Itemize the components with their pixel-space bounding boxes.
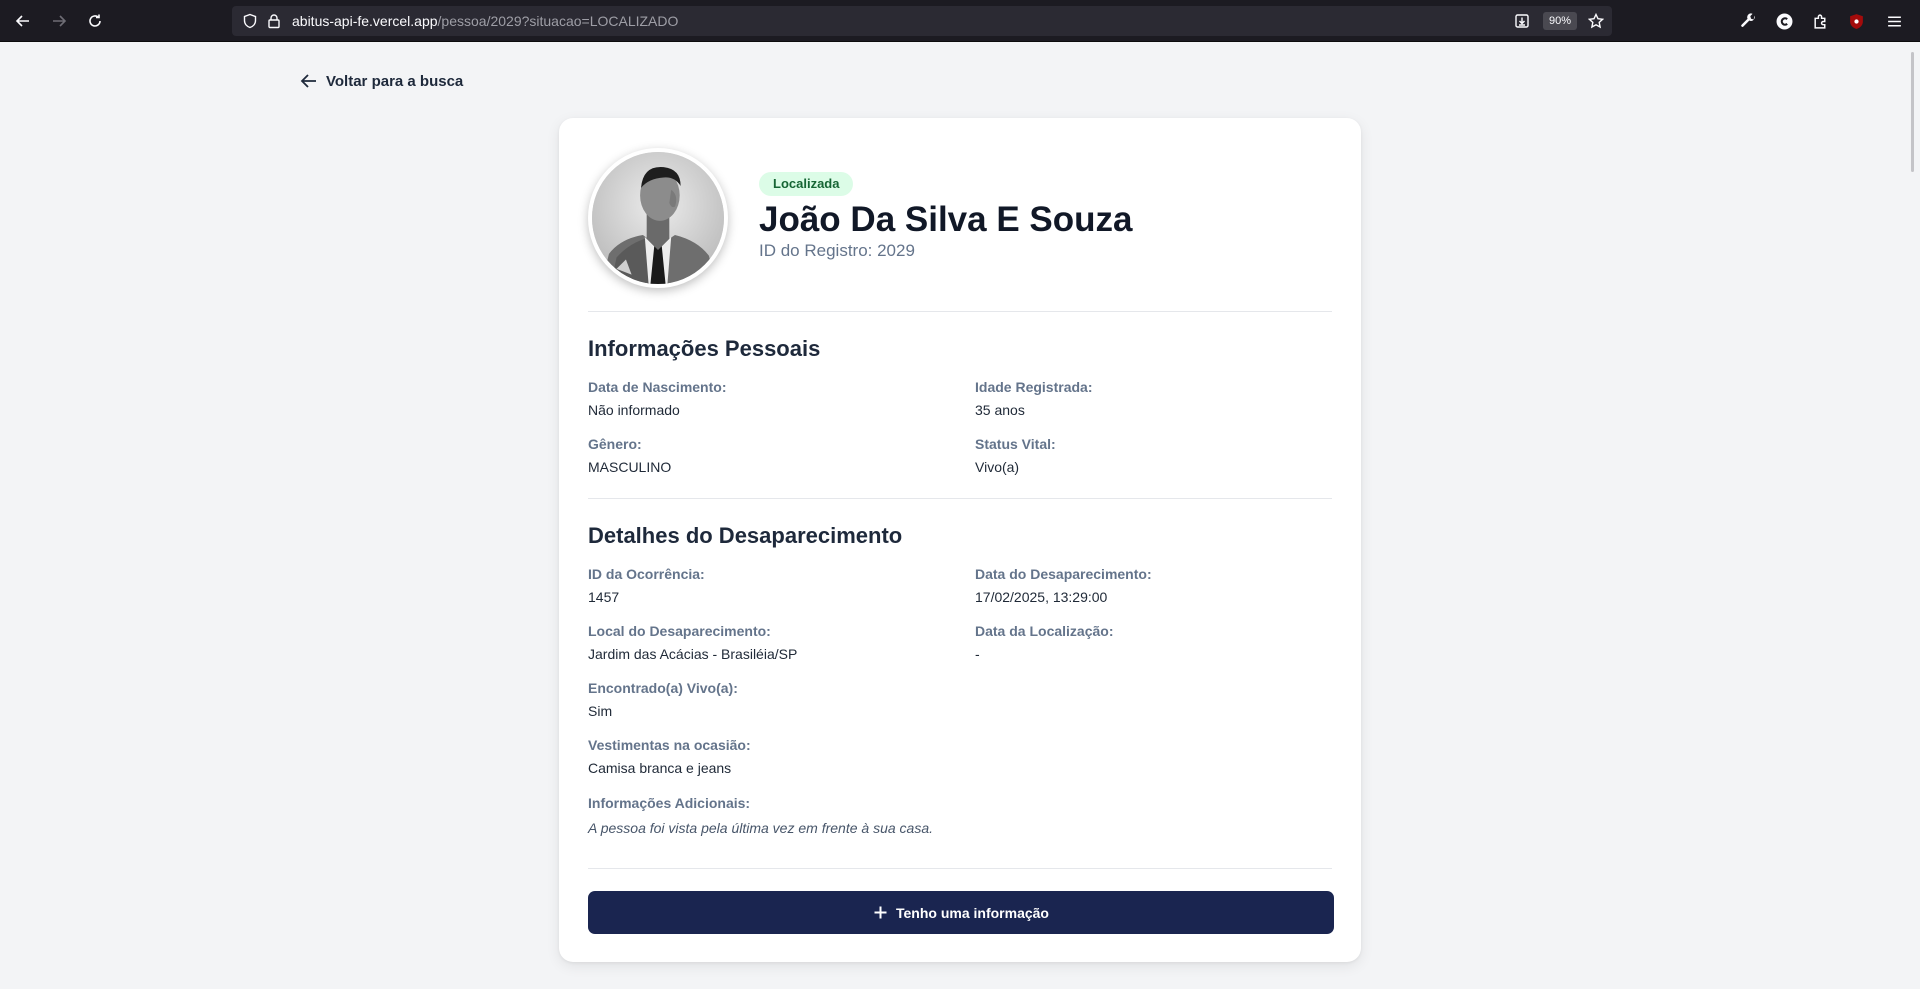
back-link-label: Voltar para a busca <box>326 72 464 90</box>
shield-icon[interactable] <box>242 13 258 29</box>
zoom-level-badge[interactable]: 90% <box>1543 12 1578 30</box>
field-value: Vivo(a) <box>975 459 1020 475</box>
disappearance-date-field: Data do Desaparecimento: 17/02/2025, 13:… <box>975 566 1152 605</box>
extension-c-icon[interactable] <box>1774 11 1794 31</box>
field-value: 17/02/2025, 13:29:00 <box>975 589 1108 605</box>
field-value: Sim <box>588 703 613 719</box>
field-label: ID da Ocorrência: <box>588 566 705 582</box>
record-id: ID do Registro: 2029 <box>759 241 915 260</box>
field-label: Encontrado(a) Vivo(a): <box>588 680 738 696</box>
reload-icon[interactable] <box>82 8 108 34</box>
url-host: abitus-api-fe.vercel.app <box>292 13 438 29</box>
page-scrollbar[interactable] <box>1906 42 1920 989</box>
header-divider <box>588 311 1332 312</box>
field-value: Camisa branca e jeans <box>588 760 732 776</box>
ublock-shield-icon[interactable] <box>1846 11 1866 31</box>
portrait-image <box>592 152 724 284</box>
field-label: Local do Desaparecimento: <box>588 623 771 639</box>
found-date-field: Data da Localização: - <box>975 623 1114 662</box>
field-value: MASCULINO <box>588 459 672 475</box>
status-badge: Localizada <box>759 172 854 196</box>
disappearance-place-field: Local do Desaparecimento: Jardim das Acá… <box>588 623 797 662</box>
download-icon[interactable] <box>1514 13 1530 29</box>
gender-field: Gênero: MASCULINO <box>588 436 671 475</box>
field-value: 1457 <box>588 589 620 605</box>
extensions-puzzle-icon[interactable] <box>1810 11 1830 31</box>
field-label: Data do Desaparecimento: <box>975 566 1152 582</box>
additional-info-field: Informações Adicionais: A pessoa foi vis… <box>588 795 933 836</box>
field-label: Vestimentas na ocasião: <box>588 737 751 753</box>
field-value: 35 anos <box>975 402 1025 418</box>
disappearance-heading: Detalhes do Desaparecimento <box>588 523 903 548</box>
field-value: Não informado <box>588 402 680 418</box>
arrow-left-icon <box>300 74 316 88</box>
person-photo <box>588 148 728 288</box>
field-label: Status Vital: <box>975 436 1056 452</box>
field-value: - <box>975 646 980 662</box>
scrollbar-thumb[interactable] <box>1911 52 1914 172</box>
field-label: Data da Localização: <box>975 623 1114 639</box>
vital-status-field: Status Vital: Vivo(a) <box>975 436 1056 475</box>
address-bar[interactable]: abitus-api-fe.vercel.app/pessoa/2029?sit… <box>232 6 1612 36</box>
person-detail-card: Localizada João Da Silva E Souza ID do R… <box>559 118 1361 962</box>
birth-date-field: Data de Nascimento: Não informado <box>588 379 726 418</box>
report-info-button-label: Tenho uma informação <box>896 904 1049 921</box>
found-alive-field: Encontrado(a) Vivo(a): Sim <box>588 680 738 719</box>
wrench-icon[interactable] <box>1738 11 1758 31</box>
back-to-search-link[interactable]: Voltar para a busca <box>300 70 463 92</box>
person-name: João Da Silva E Souza <box>759 200 1133 239</box>
occurrence-id-field: ID da Ocorrência: 1457 <box>588 566 705 605</box>
section-divider <box>588 498 1332 499</box>
lock-icon[interactable] <box>266 13 282 29</box>
footer-divider <box>588 868 1332 869</box>
hamburger-menu-icon[interactable] <box>1884 11 1904 31</box>
field-value: A pessoa foi vista pela última vez em fr… <box>588 820 933 836</box>
forward-arrow-icon[interactable] <box>46 8 72 34</box>
age-field: Idade Registrada: 35 anos <box>975 379 1092 418</box>
report-info-button[interactable]: Tenho uma informação <box>588 891 1334 934</box>
back-arrow-icon[interactable] <box>10 8 36 34</box>
field-label: Data de Nascimento: <box>588 379 727 395</box>
field-label: Informações Adicionais: <box>588 795 751 811</box>
bookmark-star-icon[interactable] <box>1588 13 1604 29</box>
browser-toolbar: abitus-api-fe.vercel.app/pessoa/2029?sit… <box>0 0 1920 42</box>
clothes-field: Vestimentas na ocasião: Camisa branca e … <box>588 737 751 776</box>
url-text[interactable]: abitus-api-fe.vercel.app/pessoa/2029?sit… <box>292 13 678 29</box>
field-label: Idade Registrada: <box>975 379 1093 395</box>
url-path: /pessoa/2029?situacao=LOCALIZADO <box>437 13 679 29</box>
personal-info-heading: Informações Pessoais <box>588 336 821 361</box>
field-value: Jardim das Acácias - Brasiléia/SP <box>588 646 798 662</box>
field-label: Gênero: <box>588 436 642 452</box>
plus-icon <box>874 906 887 919</box>
